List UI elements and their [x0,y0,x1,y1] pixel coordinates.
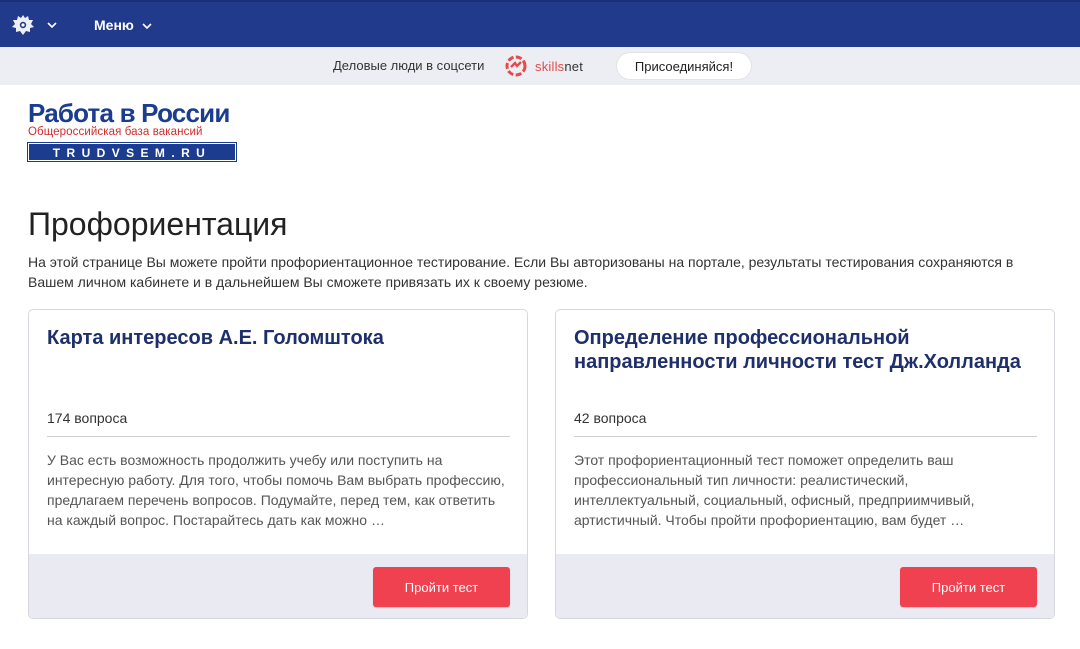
question-count: 174 вопроса [47,410,128,426]
card-description: У Вас есть возможность продолжить учебу … [47,452,505,528]
test-card: Определение профессиональной направленно… [555,309,1055,619]
test-card: Карта интересов А.Е. Голомштока 174 вопр… [28,309,528,619]
start-test-button[interactable]: Пройти тест [373,567,510,607]
join-button[interactable]: Присоединяйся! [617,53,751,79]
chevron-down-icon[interactable] [141,21,153,31]
card-description: Этот профориентационный тест поможет опр… [574,452,975,528]
start-test-button[interactable]: Пройти тест [900,567,1037,607]
top-navbar: Меню [0,0,1080,47]
card-footer: Пройти тест [556,554,1054,618]
logo-domain: TRUDVSEM.RU [27,142,237,162]
promo-text: Деловые люди в соцсети [333,58,485,73]
coat-of-arms-icon[interactable] [10,12,36,38]
card-title[interactable]: Определение профессиональной направленно… [574,326,1034,374]
brand-right-text: net [564,58,584,74]
skillsnet-logo[interactable]: skillsnet [503,53,583,79]
promo-banner: Деловые люди в соцсети skillsnet Присоед… [0,47,1080,85]
page-title: Профориентация [28,206,288,242]
site-logo[interactable]: Работа в России Общероссийская база вака… [27,98,238,162]
brand-left-text: skills [535,58,565,74]
page-description: На этой странице Вы можете пройти профор… [28,254,1014,290]
divider [47,436,510,437]
skillsnet-icon [505,55,527,77]
menu-button[interactable]: Меню [94,17,134,33]
card-footer: Пройти тест [29,554,527,618]
question-count: 42 вопроса [574,410,647,426]
skillsnet-wordmark: skillsnet [535,59,583,74]
logo-title: Работа в России [28,98,230,128]
chevron-down-icon[interactable] [46,20,58,30]
divider [574,436,1037,437]
card-title[interactable]: Карта интересов А.Е. Голомштока [47,326,507,350]
